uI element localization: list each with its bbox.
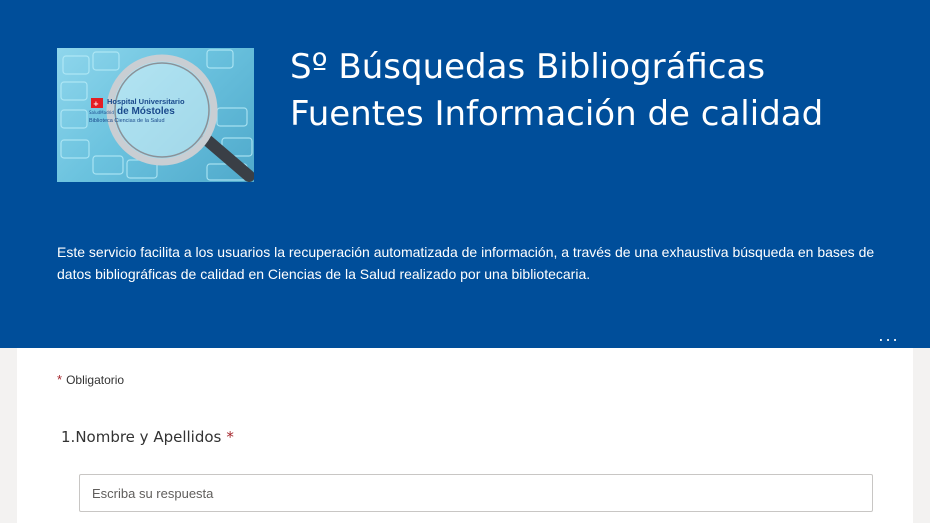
logo-brand-small: SaludMadrid [89,110,114,115]
required-note: * Obligatorio [57,372,124,387]
form-title-line2: Fuentes Información de calidad [290,94,824,134]
logo-line2: de Móstoles [117,106,175,117]
form-title: Sº Búsquedas Bibliográficas Fuentes Info… [290,44,910,138]
question-1-required-star: * [226,428,234,446]
header-image: + SaludMadrid Hospital Universitario de … [57,48,254,182]
question-1-label: 1.Nombre y Apellidos * [61,428,234,446]
form-description: Este servicio facilita a los usuarios la… [57,244,875,282]
question-1-answer-input[interactable] [79,474,873,512]
form-header: + SaludMadrid Hospital Universitario de … [0,0,930,348]
required-star: * [57,372,63,387]
magnifier-keyboard-image: + SaludMadrid Hospital Universitario de … [60,49,254,182]
more-options-button[interactable]: ... [872,326,906,346]
question-1-text: Nombre y Apellidos [75,428,222,446]
svg-text:+: + [93,100,99,108]
question-1-number: 1. [61,428,76,446]
required-note-text: Obligatorio [66,373,125,387]
form-body: * Obligatorio 1.Nombre y Apellidos * [17,348,913,523]
logo-line1: Hospital Universitario [107,97,185,106]
form-title-line1: Sº Búsquedas Bibliográficas [290,47,766,87]
logo-line3: Biblioteca Ciencias de la Salud [89,118,165,124]
